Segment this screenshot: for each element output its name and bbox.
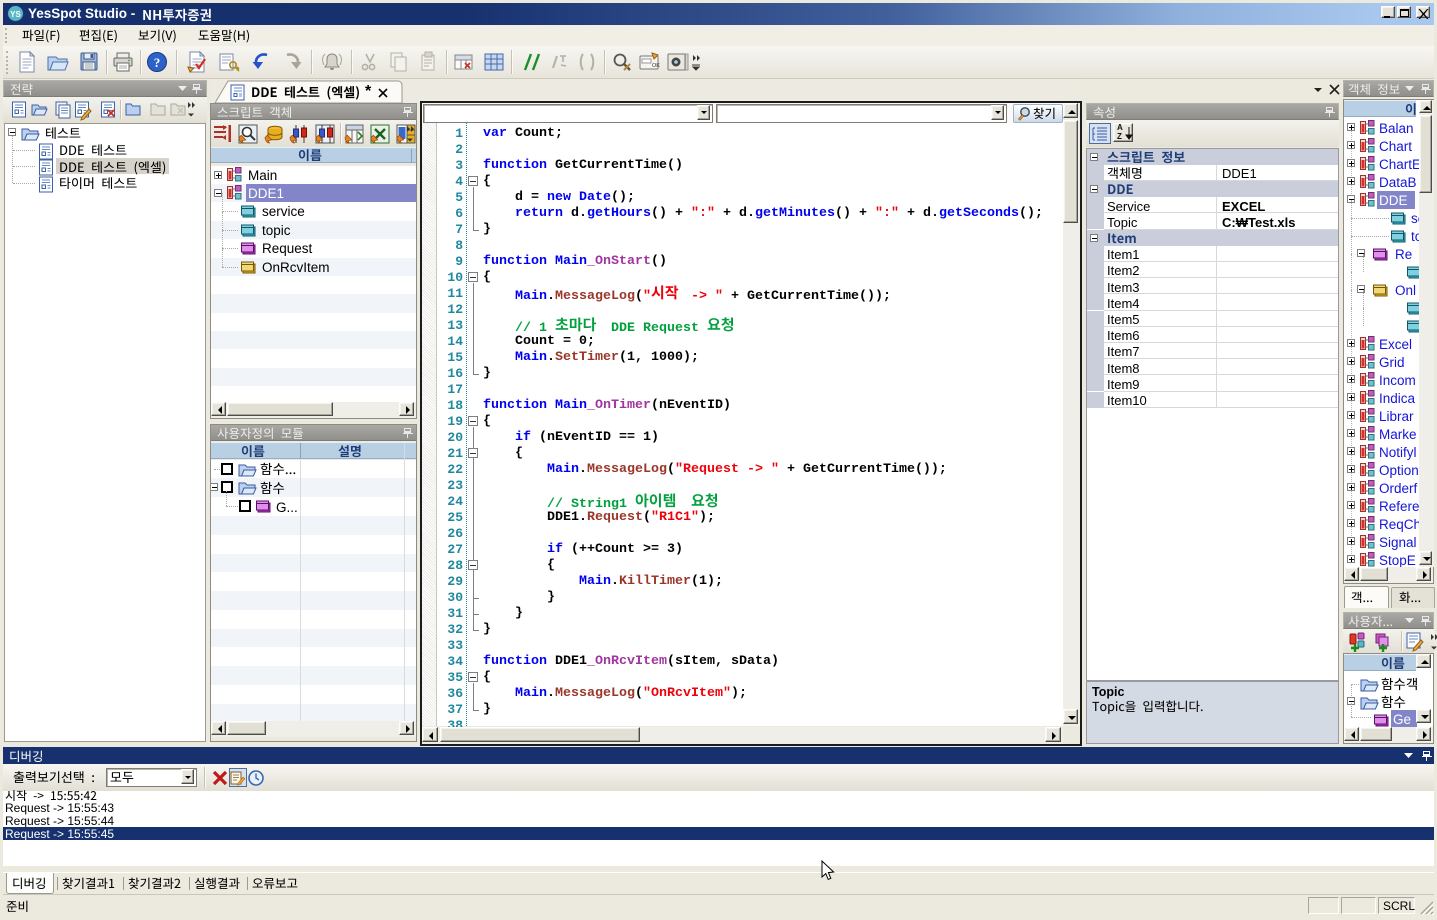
- svg-text:YS: YS: [10, 10, 21, 19]
- svg-text:OK: OK: [652, 63, 660, 69]
- svg-text:?: ?: [154, 55, 161, 70]
